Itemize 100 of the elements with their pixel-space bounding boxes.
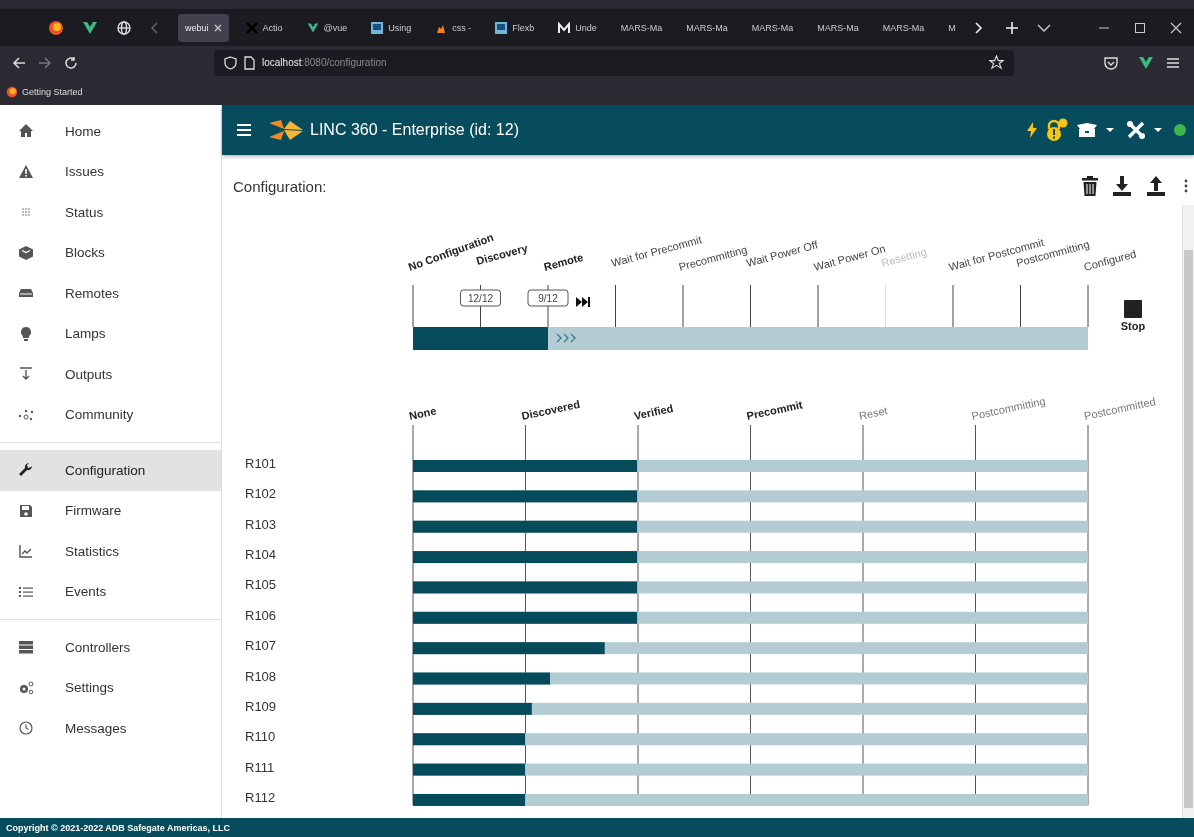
logo-icon — [268, 119, 304, 141]
stage-label: Remote — [542, 250, 585, 273]
reload-icon[interactable] — [64, 55, 78, 70]
stop-label: Stop — [1120, 320, 1146, 332]
window-icon — [495, 21, 508, 34]
caret-icon[interactable] — [1154, 127, 1162, 133]
tab-list-icon[interactable] — [1036, 22, 1051, 33]
sidebar-item[interactable]: Status — [0, 192, 221, 233]
bookmark-star-icon[interactable] — [989, 55, 1004, 70]
column-header: None — [407, 404, 438, 422]
menu-icon[interactable] — [1166, 56, 1180, 69]
browser-tab[interactable]: Using — [364, 13, 419, 42]
bookmark-link[interactable]: Getting Started — [6, 86, 83, 98]
device-name: R109 — [245, 698, 277, 714]
lightning-icon[interactable] — [1026, 121, 1038, 139]
bulb-icon — [18, 325, 34, 342]
device-name: R110 — [245, 729, 276, 745]
sidebar-item[interactable]: Blocks — [0, 232, 221, 273]
sidebar-item[interactable]: Outputs — [0, 354, 221, 395]
vue-logo-icon[interactable] — [82, 19, 98, 36]
counter-badge: 9/12 — [527, 289, 569, 307]
page-title: Configuration: — [233, 177, 327, 195]
device-name: R105 — [245, 577, 277, 593]
browser-tab[interactable]: MARS-Ma — [613, 13, 670, 42]
browser-logo-icon — [6, 86, 18, 98]
sidebar-item[interactable]: Controllers — [0, 627, 221, 668]
device-name: R106 — [245, 607, 277, 623]
sidebar-item[interactable]: Lamps — [0, 313, 221, 354]
gears-icon — [18, 679, 34, 696]
sidebar-item[interactable]: Remotes — [0, 273, 221, 314]
browser-tab[interactable]: Unde — [551, 13, 604, 42]
page-icon — [244, 55, 255, 70]
scrollbar[interactable] — [1182, 205, 1194, 818]
app-title: LINC 360 - Enterprise (id: 12) — [310, 121, 519, 139]
globe-icon[interactable] — [116, 19, 132, 36]
device-name: R102 — [245, 486, 277, 502]
caret-icon[interactable] — [1106, 127, 1114, 133]
sidebar-item[interactable]: Messages — [0, 708, 221, 749]
history-icon — [18, 720, 34, 737]
chart-icon — [18, 543, 34, 560]
more-icon[interactable] — [1184, 179, 1188, 193]
device-name: R107 — [245, 638, 277, 654]
browser-tab[interactable]: MARS-Ma — [810, 13, 866, 42]
browser-tab[interactable]: MARS-Ma — [875, 13, 932, 42]
x-logo-icon — [245, 21, 258, 34]
sidebar-item[interactable]: Community — [0, 394, 221, 435]
close-tab-icon[interactable] — [213, 23, 222, 32]
sidebar-item[interactable]: Events — [0, 571, 221, 612]
fast-forward-icon[interactable] — [576, 297, 590, 307]
column-header: Verified — [632, 401, 675, 422]
shield-icon[interactable] — [224, 55, 237, 70]
device-name: R108 — [245, 668, 277, 684]
download-icon[interactable] — [1112, 176, 1132, 196]
device-name: R101 — [245, 456, 277, 471]
warning-icon — [18, 163, 34, 180]
status-dot-icon — [1174, 124, 1186, 136]
sidebar-item[interactable]: Firmware — [0, 490, 221, 531]
device-name: R104 — [245, 547, 277, 563]
upload-icon[interactable] — [1146, 176, 1166, 196]
back-icon[interactable] — [12, 55, 26, 70]
sidebar-item[interactable]: Home — [0, 111, 221, 152]
cube-icon — [18, 244, 34, 261]
sidebar-item[interactable]: Settings — [0, 667, 221, 708]
tab-scroll-right-icon[interactable] — [972, 20, 983, 35]
pocket-icon[interactable] — [1104, 55, 1118, 70]
browser-tab[interactable]: Actio — [238, 13, 290, 42]
vue-logo-icon — [306, 21, 319, 34]
browser-tab[interactable]: css - — [428, 13, 479, 42]
vue-devtools-icon[interactable] — [1138, 54, 1154, 71]
sidebar-item[interactable]: Statistics — [0, 531, 221, 572]
browser-tab[interactable]: MARS-Ma — [744, 13, 801, 42]
wrench-icon — [18, 462, 34, 479]
address-field[interactable]: localhost:8080/configuration — [262, 57, 387, 68]
maximize-icon[interactable] — [1134, 21, 1146, 34]
box-icon[interactable] — [1076, 122, 1098, 138]
tools-icon[interactable] — [1126, 120, 1146, 140]
server-icon — [18, 639, 34, 656]
browser-tab[interactable]: @vue — [299, 13, 355, 42]
browser-tab[interactable]: M — [941, 13, 963, 42]
scroll-left-icon[interactable] — [150, 20, 160, 35]
floppy-icon — [18, 502, 34, 519]
trash-icon[interactable] — [1082, 176, 1098, 196]
copyright-text: Copyright © 2021-2022 ADB Safegate Americas, LLC — [6, 822, 231, 833]
sidebar-item[interactable]: Issues — [0, 151, 221, 192]
browser-logo-icon[interactable] — [48, 19, 64, 36]
home-icon — [18, 123, 34, 140]
m-logo-icon — [558, 21, 571, 34]
browser-tab[interactable]: MARS-Ma — [679, 13, 735, 42]
device-name: R103 — [245, 516, 277, 532]
new-tab-icon[interactable] — [1004, 20, 1019, 35]
forward-icon[interactable] — [38, 55, 52, 70]
sidebar-item[interactable]: Configuration — [0, 450, 221, 491]
chevrons-icon — [556, 333, 576, 343]
window-icon — [371, 21, 384, 34]
close-icon[interactable] — [1170, 21, 1182, 34]
browser-tab[interactable]: webui — [178, 13, 229, 42]
alert-lock-icon[interactable] — [1046, 118, 1068, 142]
column-header: Reset — [857, 404, 889, 422]
device-name: R112 — [245, 789, 276, 805]
browser-tab[interactable]: Flexb — [488, 13, 542, 42]
